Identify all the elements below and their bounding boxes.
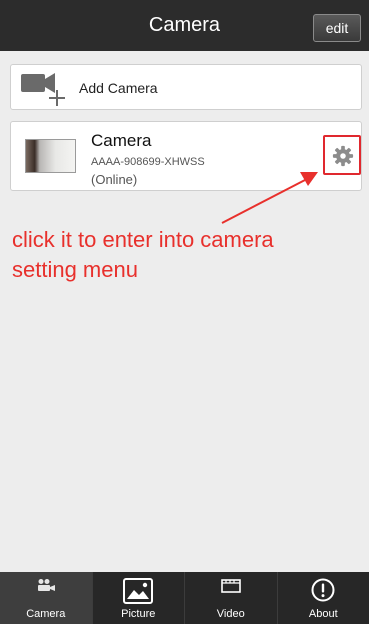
annotation-arrow: [221, 172, 318, 224]
tab-about-label: About: [308, 608, 338, 620]
annotation-line-2: setting menu: [12, 257, 138, 282]
camera-people-icon: [37, 579, 55, 591]
tab-video[interactable]: Video: [185, 572, 278, 624]
annotation-line-1: click it to enter into camera: [12, 227, 274, 252]
bottom-tab-bar: Camera Picture Video About: [0, 572, 369, 624]
tab-camera[interactable]: Camera: [0, 572, 93, 624]
tab-picture[interactable]: Picture: [93, 572, 185, 624]
tab-about[interactable]: About: [278, 572, 369, 624]
video-icon: [220, 579, 241, 593]
tab-picture-label: Picture: [121, 608, 156, 620]
annotation-text: click it to enter into camera setting me…: [12, 225, 357, 285]
picture-icon: [123, 578, 154, 604]
info-icon: [311, 578, 335, 602]
tab-camera-label: Camera: [26, 608, 66, 620]
tab-video-label: Video: [216, 608, 245, 620]
